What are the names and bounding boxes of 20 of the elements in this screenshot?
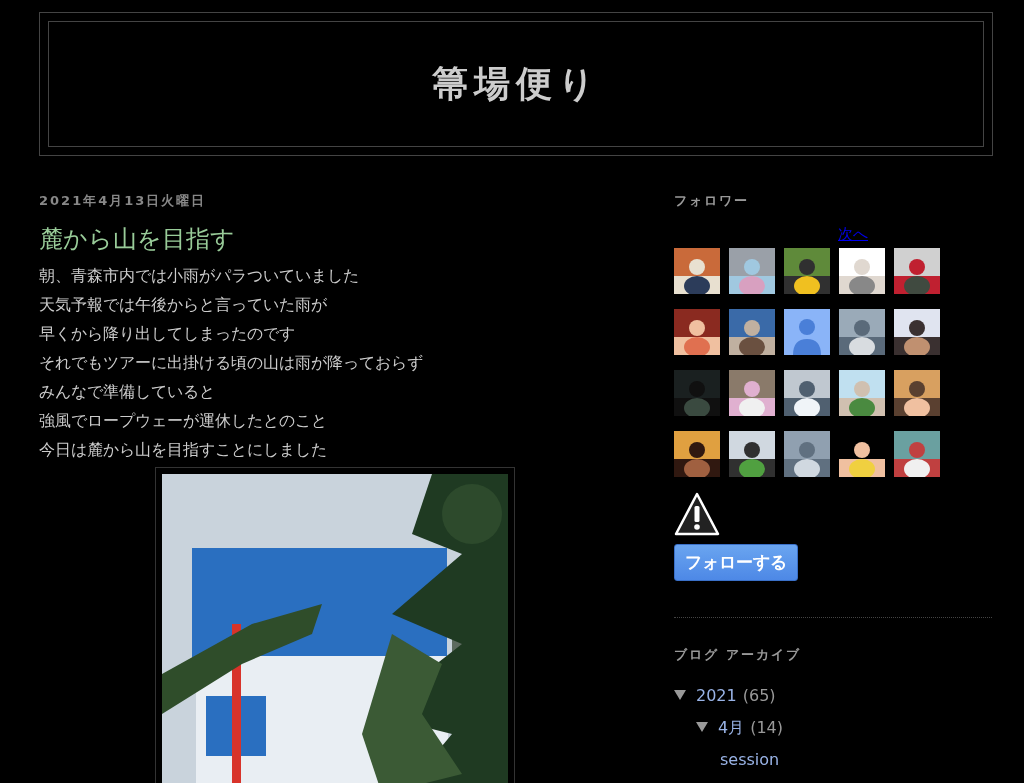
archive-link[interactable]: session	[720, 744, 780, 776]
section-heading: ブログ アーカイブ	[674, 646, 802, 664]
post-date: 2021年4月13日火曜日	[39, 192, 208, 210]
body-text: 朝、青森市内では小雨がパラついていました	[39, 265, 360, 287]
body-text: みんなで準備していると	[39, 381, 216, 403]
archive-link[interactable]: 4月	[718, 712, 745, 744]
collapse-triangle-icon[interactable]	[696, 721, 708, 733]
post-title[interactable]: 麓から山を目指す	[39, 223, 674, 255]
section-heading: フォロワー	[674, 192, 750, 210]
post-count: (65)	[742, 685, 776, 707]
archive-link[interactable]: 2021	[696, 680, 737, 712]
body-text: それでもツアーに出掛ける頃の山は雨が降っておらず	[39, 352, 424, 374]
body-text: 早くから降り出してしまったのです	[39, 323, 296, 345]
body-text: 今日は麓から山を目指すことにしました	[39, 439, 328, 461]
body-text: 強風でロープウェーが運休したとのこと	[39, 410, 328, 432]
post-count: (14)	[750, 717, 784, 739]
collapse-triangle-icon[interactable]	[674, 689, 686, 701]
blog-title[interactable]: 箒場便り	[431, 59, 601, 109]
body-text: 天気予報では午後からと言っていた雨が	[39, 294, 328, 316]
warning-icon	[674, 492, 720, 536]
